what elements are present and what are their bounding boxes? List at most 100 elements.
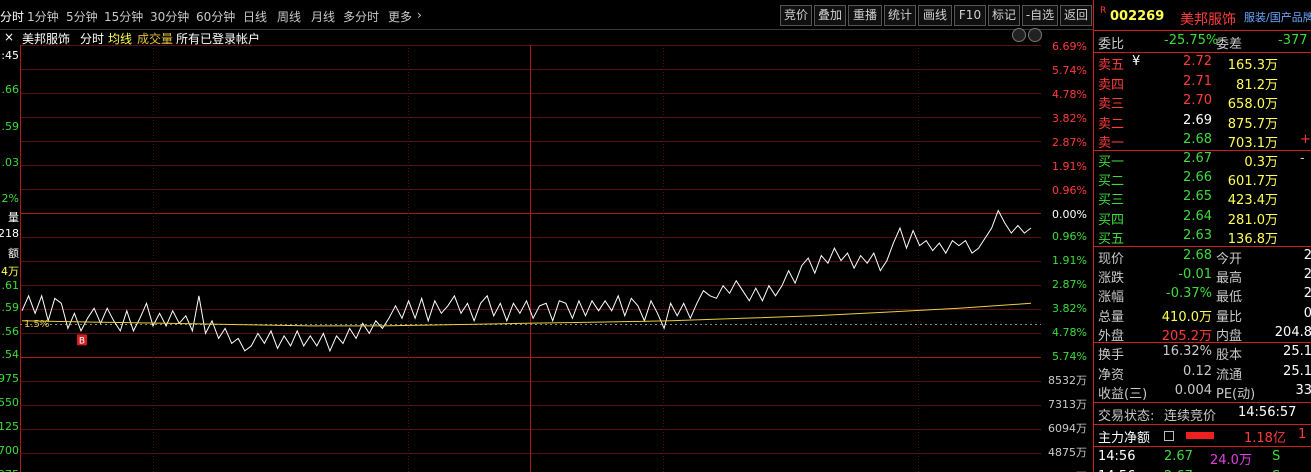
- stat-value: -0.37%: [1166, 286, 1212, 302]
- stat-label: 外盘: [1098, 328, 1125, 344]
- axis-pct-down: 2.87%: [1052, 278, 1087, 291]
- weicha-value: -377: [1278, 33, 1308, 48]
- axis-volume: 4875万: [1048, 446, 1087, 459]
- sell-price: 2.72: [1183, 54, 1212, 69]
- quote-row: 收益(三) 0.004 PE(动) 33: [1094, 382, 1311, 402]
- buy-price: 2.66: [1183, 170, 1212, 186]
- left-axis-label: 550: [0, 396, 19, 409]
- left-axis-label: 218: [0, 227, 19, 240]
- quote-row: 现价 2.68 今开 2: [1094, 247, 1311, 267]
- toolbar-button-5[interactable]: F10: [954, 5, 986, 26]
- period-1[interactable]: 1分钟: [27, 8, 59, 25]
- more-arrow-icon[interactable]: ›: [417, 8, 422, 22]
- stat-label: 总量: [1098, 309, 1125, 325]
- buy-volume: 601.7万: [1227, 174, 1278, 190]
- period-6[interactable]: 日线: [243, 8, 267, 25]
- quote-row: 净资 0.12 流通 25.1: [1094, 363, 1311, 383]
- toolbar-button-4[interactable]: 画线: [918, 5, 952, 26]
- axis-pct-down: 0.96%: [1052, 230, 1087, 243]
- stat-label: 涨跌: [1098, 271, 1125, 287]
- sell-label: 卖五: [1098, 58, 1125, 73]
- toolbar-button-8[interactable]: 返回: [1060, 5, 1092, 26]
- axis-pct-down: 3.82%: [1052, 302, 1087, 315]
- stat2-value-2: 33: [1295, 383, 1311, 398]
- buy-label: 买二: [1098, 174, 1125, 190]
- period-7[interactable]: 周线: [277, 8, 301, 25]
- stat-label-2: 内盘: [1216, 328, 1243, 344]
- left-axis: :45 .66 .59 .03 2% 量 218 额 4万 .61 .59 .56 .54 975 550 1…: [0, 45, 20, 472]
- axis-pct-up: 2.87%: [1052, 136, 1087, 149]
- toolbar-button-6[interactable]: 标记: [988, 5, 1020, 26]
- stat2-label: 收益(三): [1098, 387, 1148, 402]
- left-axis-label: .54: [1, 348, 20, 361]
- stat2-value: 0.004: [1174, 383, 1212, 398]
- stat2-value-2: 25.1: [1283, 363, 1311, 379]
- period-3[interactable]: 15分钟: [104, 8, 143, 25]
- left-axis-label: .56: [1, 325, 20, 338]
- sell-volume: 875.7万: [1227, 116, 1278, 132]
- toolbar-button-3[interactable]: 统计: [884, 5, 916, 26]
- toolbar-button-0[interactable]: 竞价: [780, 5, 812, 26]
- period-2[interactable]: 5分钟: [66, 8, 98, 25]
- sell-label: 卖四: [1098, 77, 1125, 93]
- stat-value-2: 204.8: [1274, 324, 1311, 340]
- sell-price: 2.70: [1183, 93, 1212, 108]
- expand-icon[interactable]: [1028, 28, 1042, 42]
- close-icon[interactable]: ×: [4, 30, 14, 44]
- main-flow-value: 1.18亿: [1244, 431, 1286, 446]
- sell-price: 2.68: [1183, 132, 1212, 147]
- right-axis: 6.69% 5.74% 4.78% 3.82% 2.87% 1.91% 0.96% 0.00%…: [1041, 40, 1093, 472]
- left-axis-label: .03: [1, 156, 20, 169]
- buy-volume: 136.8万: [1227, 231, 1278, 247]
- sell-label: 卖一: [1098, 136, 1125, 151]
- axis-volume: 3656万: [1048, 468, 1087, 472]
- period-8[interactable]: 月线: [311, 8, 335, 25]
- stat-label-2: 今开: [1216, 252, 1243, 267]
- weicha-label: 委差: [1216, 37, 1243, 52]
- industry-link[interactable]: 服装/国产品牌: [1244, 9, 1311, 25]
- stock-code: 002269: [1110, 9, 1165, 24]
- stat-label-2: 最低: [1216, 290, 1243, 306]
- quote-row: 卖五 2.72 165.3万 ¥: [1094, 53, 1311, 73]
- buy-price: 2.63: [1183, 227, 1212, 243]
- sell-volume: 165.3万: [1227, 58, 1278, 73]
- left-axis-label: .59: [1, 301, 20, 314]
- main-flow-label: 主力净额: [1098, 431, 1151, 446]
- quote-row: 买三 2.65 423.4万: [1094, 188, 1311, 208]
- axis-pct-down: 4.78%: [1052, 326, 1087, 339]
- buy-label: 买五: [1098, 231, 1125, 247]
- period-0[interactable]: 分时: [0, 8, 24, 25]
- buy-price: 2.64: [1183, 208, 1212, 224]
- period-9[interactable]: 多分时: [343, 8, 379, 25]
- stat2-value: 0.12: [1183, 363, 1212, 379]
- tick-side: S: [1272, 449, 1281, 464]
- toolbar-button-2[interactable]: 重播: [848, 5, 882, 26]
- period-5[interactable]: 60分钟: [196, 8, 235, 25]
- stat-value: 2.68: [1183, 248, 1212, 263]
- left-axis-label: .59: [1, 120, 20, 133]
- left-axis-label: 量: [8, 211, 19, 224]
- buy-label: 买一: [1098, 155, 1125, 170]
- toolbar-button-7[interactable]: -自选: [1022, 5, 1058, 26]
- left-axis-label: 125: [0, 420, 19, 433]
- quote-row: 买一 2.67 0.3万 -: [1094, 150, 1311, 170]
- toolbar-button-1[interactable]: 叠加: [814, 5, 846, 26]
- quote-row: 卖一 2.68 703.1万 +: [1094, 131, 1311, 151]
- period-4[interactable]: 30分钟: [150, 8, 189, 25]
- trade-time: 14:56:57: [1238, 405, 1297, 420]
- stat-value-2: 2: [1304, 248, 1311, 263]
- left-axis-label: 975: [0, 372, 19, 385]
- axis-pct-up: 0.00%: [1052, 208, 1087, 221]
- quote-row: 卖三 2.70 658.0万: [1094, 92, 1311, 112]
- buy-volume: 423.4万: [1227, 193, 1278, 209]
- settings-icon[interactable]: [1012, 28, 1026, 42]
- period-10[interactable]: 更多: [388, 8, 412, 25]
- stat2-label: 换手: [1098, 348, 1125, 363]
- left-axis-label: 2%: [1, 192, 19, 205]
- buy-price: 2.65: [1183, 189, 1212, 205]
- intraday-chart[interactable]: B 1.5%: [20, 45, 1041, 472]
- list-icon[interactable]: [1164, 431, 1174, 441]
- left-axis-label: :45: [1, 49, 19, 62]
- stat2-value: 16.32%: [1162, 344, 1212, 359]
- flow-bar: [1186, 432, 1214, 439]
